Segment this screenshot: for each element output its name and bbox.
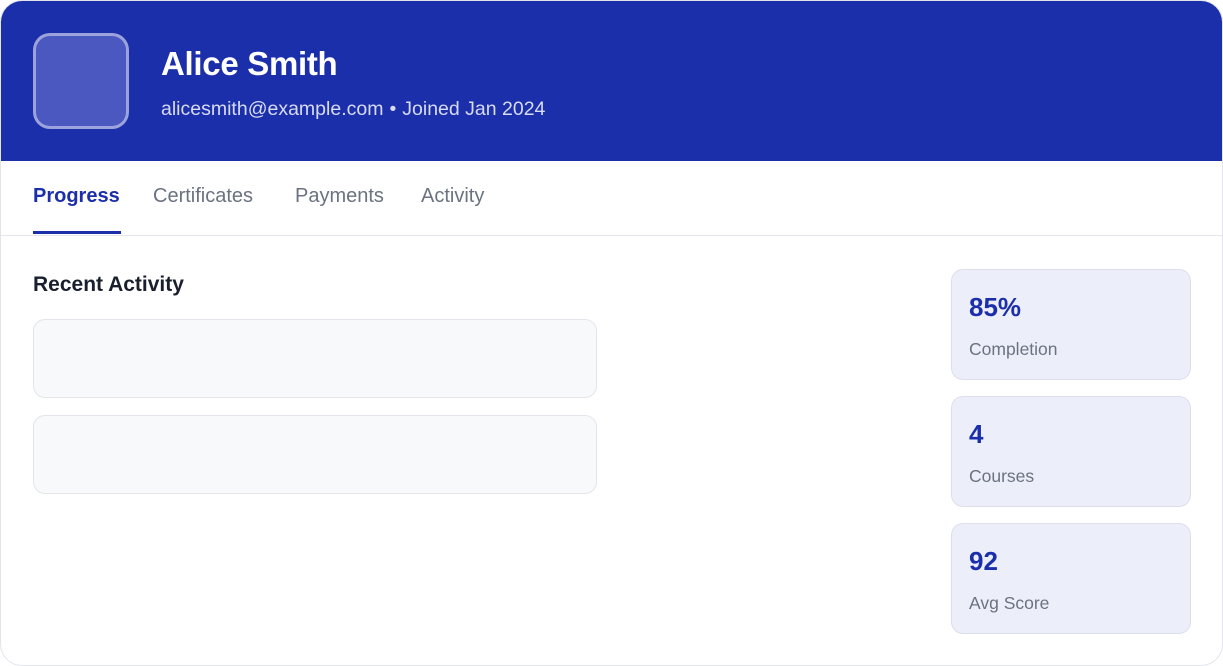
- recent-activity-title: Recent Activity: [33, 273, 184, 296]
- profile-card: Alice Smith alicesmith@example.com • Joine…: [0, 0, 1223, 666]
- stat-label: Completion: [969, 339, 1058, 359]
- profile-joined: Joined Jan 2024: [402, 98, 546, 120]
- stat-card-courses: 4 Courses: [951, 396, 1191, 507]
- meta-separator: •: [389, 98, 397, 120]
- active-tab-indicator: [33, 231, 121, 234]
- avatar: [33, 33, 129, 129]
- profile-header: Alice Smith alicesmith@example.com • Joine…: [1, 1, 1222, 161]
- stat-value: 85%: [969, 292, 1022, 322]
- profile-name: Alice Smith: [161, 45, 338, 82]
- tab-payments[interactable]: Payments: [295, 185, 384, 208]
- stat-card-completion: 85% Completion: [951, 269, 1191, 380]
- stat-label: Avg Score: [969, 593, 1050, 613]
- tab-bar: Progress Certificates Payments Activity: [1, 161, 1222, 236]
- tab-certificates[interactable]: Certificates: [153, 185, 253, 208]
- tab-activity[interactable]: Activity: [421, 185, 484, 208]
- activity-item: [33, 415, 597, 494]
- activity-item: [33, 319, 597, 398]
- stat-value: 92: [969, 546, 998, 576]
- profile-meta: alicesmith@example.com • Joined Jan 2024: [161, 98, 545, 121]
- tab-progress[interactable]: Progress: [33, 185, 120, 208]
- profile-email: alicesmith@example.com: [161, 98, 384, 120]
- stat-card-avg-score: 92 Avg Score: [951, 523, 1191, 634]
- stat-value: 4: [969, 419, 984, 449]
- stat-label: Courses: [969, 466, 1035, 486]
